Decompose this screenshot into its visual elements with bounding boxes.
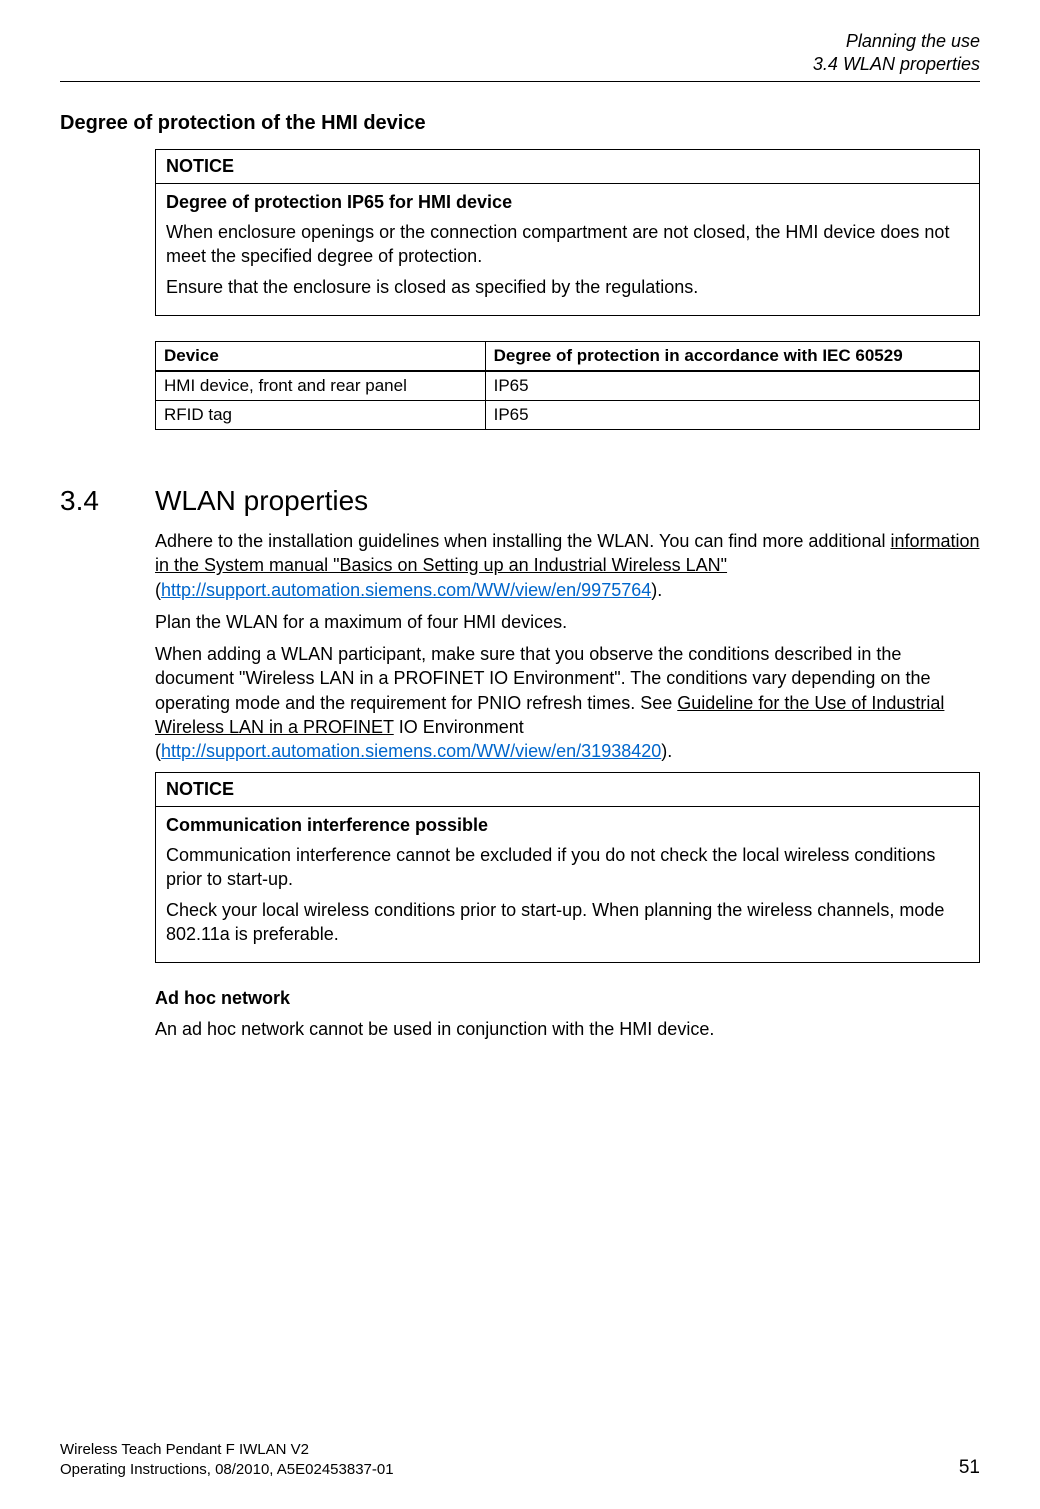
table-header-row: Device Degree of protection in accordanc… xyxy=(156,341,980,371)
notice-p1: When enclosure openings or the connectio… xyxy=(166,220,969,269)
footer-product: Wireless Teach Pendant F IWLAN V2 xyxy=(60,1440,394,1460)
notice-p2: Check your local wireless conditions pri… xyxy=(166,898,969,947)
wlan-p3: When adding a WLAN participant, make sur… xyxy=(155,642,980,763)
section-2-body: Adhere to the installation guidelines wh… xyxy=(155,529,980,1041)
table-cell: HMI device, front and rear panel xyxy=(156,371,486,401)
page-header: Planning the use 3.4 WLAN properties xyxy=(60,30,980,82)
footer-docinfo: Operating Instructions, 08/2010, A5E0245… xyxy=(60,1460,394,1480)
wlan-p1: Adhere to the installation guidelines wh… xyxy=(155,529,980,602)
adhoc-p: An ad hoc network cannot be used in conj… xyxy=(155,1017,980,1041)
section-title: WLAN properties xyxy=(155,485,368,517)
notice-p1: Communication interference cannot be exc… xyxy=(166,843,969,892)
section-heading-wlan: 3.4 WLAN properties xyxy=(60,485,980,517)
notice-box-interference: NOTICE Communication interference possib… xyxy=(155,772,980,963)
notice-body: Communication interference possible Comm… xyxy=(156,807,979,962)
page-footer: Wireless Teach Pendant F IWLAN V2 Operat… xyxy=(60,1440,980,1479)
table-cell: IP65 xyxy=(485,400,979,429)
notice-label: NOTICE xyxy=(156,150,979,184)
table-cell: IP65 xyxy=(485,371,979,401)
header-chapter: Planning the use xyxy=(60,30,980,53)
table-row: HMI device, front and rear panel IP65 xyxy=(156,371,980,401)
section-1-body: NOTICE Degree of protection IP65 for HMI… xyxy=(155,149,980,430)
footer-left: Wireless Teach Pendant F IWLAN V2 Operat… xyxy=(60,1440,394,1479)
section-heading-protection: Degree of protection of the HMI device xyxy=(60,112,980,135)
notice-subtitle: Degree of protection IP65 for HMI device xyxy=(166,190,969,214)
section-number: 3.4 xyxy=(60,485,155,517)
table-cell: RFID tag xyxy=(156,400,486,429)
header-section: 3.4 WLAN properties xyxy=(60,53,980,76)
page-number: 51 xyxy=(959,1457,980,1479)
notice-p2: Ensure that the enclosure is closed as s… xyxy=(166,275,969,299)
notice-box-protection: NOTICE Degree of protection IP65 for HMI… xyxy=(155,149,980,316)
link-guideline-wlan[interactable]: http://support.automation.siemens.com/WW… xyxy=(161,741,661,761)
notice-body: Degree of protection IP65 for HMI device… xyxy=(156,184,979,315)
protection-table: Device Degree of protection in accordanc… xyxy=(155,341,980,430)
subheading-adhoc: Ad hoc network xyxy=(155,988,980,1009)
notice-subtitle: Communication interference possible xyxy=(166,813,969,837)
table-header-device: Device xyxy=(156,341,486,371)
notice-label: NOTICE xyxy=(156,773,979,807)
table-row: RFID tag IP65 xyxy=(156,400,980,429)
table-header-degree: Degree of protection in accordance with … xyxy=(485,341,979,371)
wlan-p2: Plan the WLAN for a maximum of four HMI … xyxy=(155,610,980,634)
link-basics-wlan[interactable]: http://support.automation.siemens.com/WW… xyxy=(161,580,651,600)
page: Planning the use 3.4 WLAN properties Deg… xyxy=(0,0,1040,1509)
